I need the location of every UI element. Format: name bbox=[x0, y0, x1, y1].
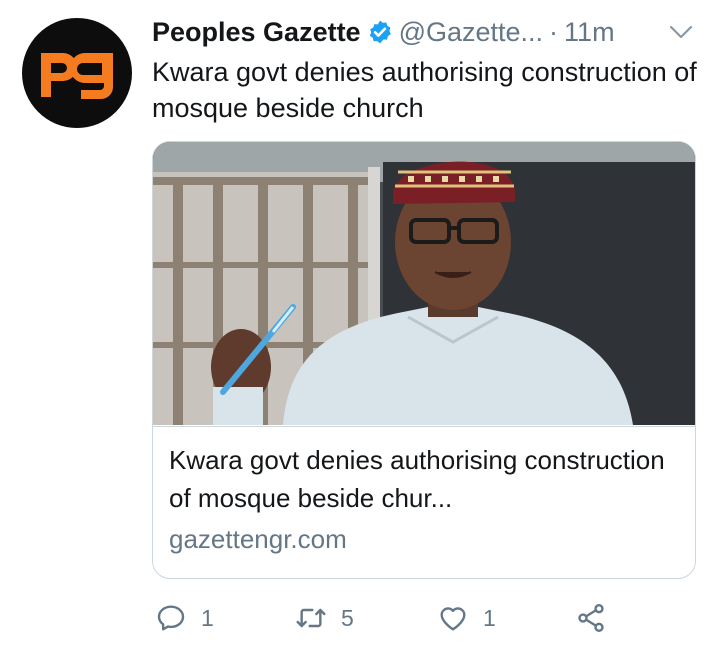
share-button[interactable] bbox=[575, 598, 607, 638]
like-button[interactable]: 1 bbox=[437, 598, 496, 638]
avatar[interactable] bbox=[22, 18, 132, 128]
chevron-down-icon[interactable] bbox=[668, 22, 694, 42]
governor-photo bbox=[153, 142, 695, 425]
reply-icon bbox=[157, 605, 185, 631]
reply-count: 1 bbox=[201, 604, 214, 631]
retweet-button[interactable]: 5 bbox=[295, 598, 354, 638]
card-title[interactable]: Kwara govt denies authorising constructi… bbox=[169, 441, 684, 517]
card-body[interactable]: Kwara govt denies authorising constructi… bbox=[153, 426, 695, 578]
card-image bbox=[153, 142, 695, 425]
link-card[interactable]: Kwara govt denies authorising constructi… bbox=[152, 141, 696, 579]
card-domain[interactable]: gazettengr.com bbox=[169, 524, 347, 555]
share-icon bbox=[578, 604, 604, 632]
pg-logo-icon bbox=[41, 53, 113, 99]
like-count: 1 bbox=[483, 604, 496, 631]
tweet-header: Peoples Gazette @Gazette... · 11m bbox=[152, 14, 700, 50]
separator-dot: · bbox=[549, 16, 559, 47]
display-name[interactable]: Peoples Gazette bbox=[152, 17, 361, 48]
timestamp[interactable]: 11m bbox=[564, 17, 615, 48]
tweet-text: Kwara govt denies authorising constructi… bbox=[152, 57, 697, 123]
retweet-count: 5 bbox=[341, 604, 354, 631]
action-bar: 1 5 1 bbox=[155, 598, 625, 638]
user-handle[interactable]: @Gazette... bbox=[399, 17, 543, 48]
retweet-icon bbox=[296, 608, 326, 628]
reply-button[interactable]: 1 bbox=[155, 598, 214, 638]
verified-badge-icon bbox=[369, 20, 391, 44]
heart-icon bbox=[440, 607, 466, 631]
